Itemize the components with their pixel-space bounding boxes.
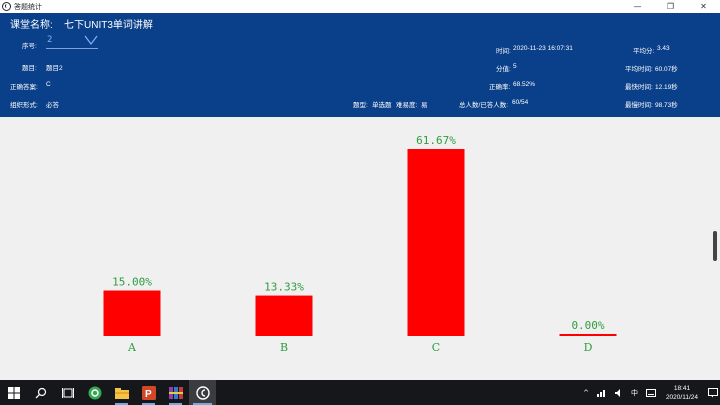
svg-text:P: P (145, 389, 152, 400)
avg-time-value: 60.07秒 (655, 66, 678, 73)
search-icon (35, 387, 46, 398)
avg-score-label: 平均分: (633, 48, 655, 55)
taskbar-app-explorer[interactable] (108, 380, 135, 405)
category-label-d: D (584, 341, 593, 354)
ime-indicator[interactable]: 中 (631, 388, 638, 398)
seq-selected-value: 2 (47, 35, 53, 45)
close-button[interactable]: ✕ (687, 0, 720, 13)
bar-value-label-d: 0.00% (571, 319, 604, 332)
task-view-button[interactable] (54, 380, 81, 405)
bar-c (407, 149, 465, 336)
rate-value: 68.52% (513, 81, 536, 88)
clock-time: 18:41 (673, 384, 691, 392)
clock-date: 2020/11/24 (665, 393, 698, 401)
qtype-value: 单选题 (372, 102, 392, 109)
tray-overflow-button[interactable]: ^ (583, 389, 589, 397)
volume-icon[interactable] (614, 388, 623, 397)
powerpoint-icon: P (141, 385, 156, 400)
bar-b (255, 295, 313, 336)
rate-label: 正确率: (489, 84, 511, 91)
course-name: 七下UNIT3单词讲解 (64, 20, 153, 31)
seq-label: 序号: (22, 43, 37, 50)
avg-time-label: 平均时间: (625, 66, 653, 73)
question-info-header: 课堂名称: 七下UNIT3单词讲解 序号: 2 题目: 题目2 正确答案: C … (0, 13, 720, 117)
slowest-label: 最慢时间: (625, 102, 653, 109)
chevron-down-icon[interactable] (84, 34, 98, 46)
network-icon[interactable] (596, 389, 607, 397)
mode-value: 必答 (46, 102, 59, 109)
keyboard-icon[interactable] (645, 388, 656, 397)
bar-value-label-a: 15.00% (112, 276, 152, 289)
restore-button[interactable]: ❐ (654, 0, 687, 13)
course-label: 课堂名称: (10, 20, 53, 31)
category-label-a: A (127, 341, 137, 354)
notification-icon (708, 387, 718, 397)
qtype-label: 题型: (353, 102, 368, 109)
category-label-b: B (280, 341, 288, 354)
fastest-value: 12.19秒 (655, 84, 678, 91)
difficulty-label: 难易度: (396, 102, 418, 109)
notification-button[interactable] (706, 387, 720, 398)
mode-label: 组织形式: (10, 102, 38, 109)
system-tray: ^ 中 18:41 2020/11/24 (579, 380, 720, 405)
window-title: 答题统计 (14, 3, 42, 11)
bar-d (559, 334, 617, 336)
window-controls: — ❐ ✕ (621, 0, 720, 13)
clock[interactable]: 18:41 2020/11/24 (666, 384, 698, 402)
avg-score-value: 3.43 (657, 45, 670, 52)
category-label-c: C (432, 341, 440, 354)
task-view-icon (61, 387, 74, 398)
answer-value: C (46, 81, 51, 88)
taskbar-app-green[interactable] (81, 380, 108, 405)
score-value: 5 (513, 63, 517, 70)
bar-value-label-c: 61.67% (416, 134, 456, 147)
time-value: 2020-11-23 16:07:31 (513, 45, 573, 52)
taskbar-app-winrar[interactable] (162, 380, 189, 405)
minimize-button[interactable]: — (621, 0, 654, 13)
start-button[interactable] (0, 380, 27, 405)
window-titlebar: 答题统计 — ❐ ✕ (0, 0, 720, 13)
taskbar-app-powerpoint[interactable]: P (135, 380, 162, 405)
slowest-value: 98.73秒 (655, 102, 678, 109)
taskbar-app-answer-stats[interactable] (189, 380, 216, 405)
seq-select[interactable]: 2 (46, 34, 98, 49)
bar-chart-svg: 15.00% A 13.33% B 61.67% C 0.00% D (103, 134, 617, 354)
green-app-icon (88, 386, 101, 399)
total-value: 60/54 (512, 99, 529, 106)
answer-label: 正确答案: (10, 84, 38, 91)
bar-a (103, 290, 161, 336)
total-label: 总人数/已答人数: (459, 102, 509, 109)
question-value: 题目2 (46, 65, 63, 72)
vertical-scrollbar[interactable] (713, 231, 717, 261)
windows-taskbar: P ^ 中 18:41 2020/11/24 (0, 380, 720, 405)
bar-value-label-b: 13.33% (264, 281, 304, 294)
answer-distribution-chart: 15.00% A 13.33% B 61.67% C 0.00% D (0, 117, 720, 380)
app-logo-icon (2, 2, 11, 11)
score-label: 分值: (496, 66, 511, 73)
answer-stats-icon (195, 385, 210, 400)
search-button[interactable] (27, 380, 54, 405)
fastest-label: 最快时间: (625, 84, 653, 91)
question-label: 题目: (22, 65, 37, 72)
windows-logo-icon (7, 386, 20, 399)
difficulty-value: 易 (421, 102, 428, 109)
winrar-icon (168, 386, 183, 399)
file-explorer-icon (114, 387, 129, 399)
time-label: 时间: (496, 48, 511, 55)
